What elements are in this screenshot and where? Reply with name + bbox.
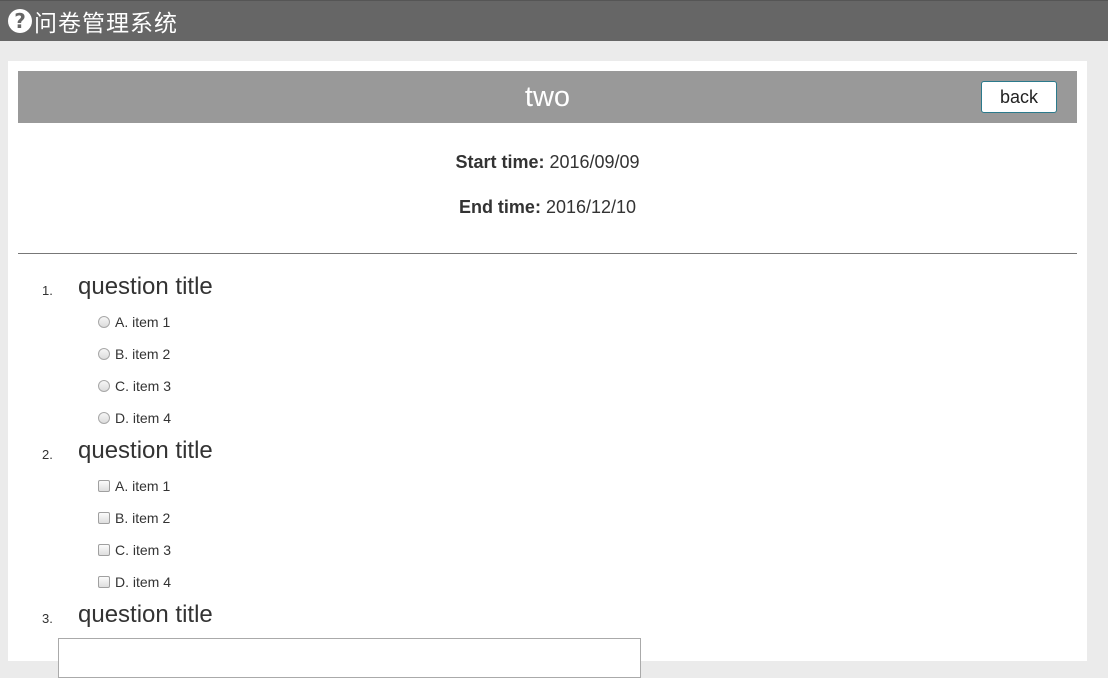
question-title: question title (78, 437, 213, 464)
option-label: D. item 4 (115, 574, 172, 590)
checkbox[interactable] (98, 544, 110, 556)
checkbox[interactable] (98, 576, 110, 588)
survey-header: two back (18, 71, 1077, 123)
radio-button[interactable] (98, 348, 110, 360)
app-title: 问卷管理系统 (34, 11, 178, 37)
start-time: Start time: 2016/09/09 (18, 152, 1077, 173)
option-radio[interactable]: A. item 1 (98, 314, 170, 330)
option-checkbox[interactable]: B. item 2 (98, 510, 170, 526)
answer-textarea[interactable] (58, 638, 641, 678)
radio-button[interactable] (98, 316, 110, 328)
question-circle-icon: ? (8, 9, 32, 33)
question-title: question title (78, 273, 213, 300)
radio-button[interactable] (98, 412, 110, 424)
end-time-label: End time: (458, 197, 541, 217)
app-header: ? 问卷管理系统 (0, 0, 1108, 41)
start-time-label: Start time: (455, 152, 545, 172)
survey-title: two (524, 81, 571, 113)
option-label: B. item 2 (115, 346, 171, 362)
divider (18, 253, 1077, 254)
option-radio[interactable]: B. item 2 (98, 346, 170, 362)
end-time: End time: 2016/12/10 (18, 197, 1077, 218)
option-label: A. item 1 (115, 314, 171, 330)
checkbox[interactable] (98, 512, 110, 524)
question-number: 2. (42, 447, 53, 462)
option-radio[interactable]: C. item 3 (98, 378, 171, 394)
question-title: question title (78, 601, 213, 628)
start-time-value: 2016/09/09 (549, 152, 640, 172)
option-label: C. item 3 (115, 542, 172, 558)
end-time-value: 2016/12/10 (545, 197, 637, 217)
option-label: A. item 1 (115, 478, 171, 494)
back-button[interactable]: back (981, 81, 1057, 113)
question-number: 3. (42, 611, 53, 626)
option-label: D. item 4 (115, 410, 172, 426)
option-label: C. item 3 (115, 378, 172, 394)
option-radio[interactable]: D. item 4 (98, 410, 171, 426)
radio-button[interactable] (98, 380, 110, 392)
option-checkbox[interactable]: A. item 1 (98, 478, 170, 494)
question-number: 1. (42, 283, 53, 298)
option-checkbox[interactable]: C. item 3 (98, 542, 171, 558)
checkbox[interactable] (98, 480, 110, 492)
option-label: B. item 2 (115, 510, 171, 526)
survey-panel: two back Start time: 2016/09/09 End time… (8, 61, 1087, 678)
option-checkbox[interactable]: D. item 4 (98, 574, 171, 590)
